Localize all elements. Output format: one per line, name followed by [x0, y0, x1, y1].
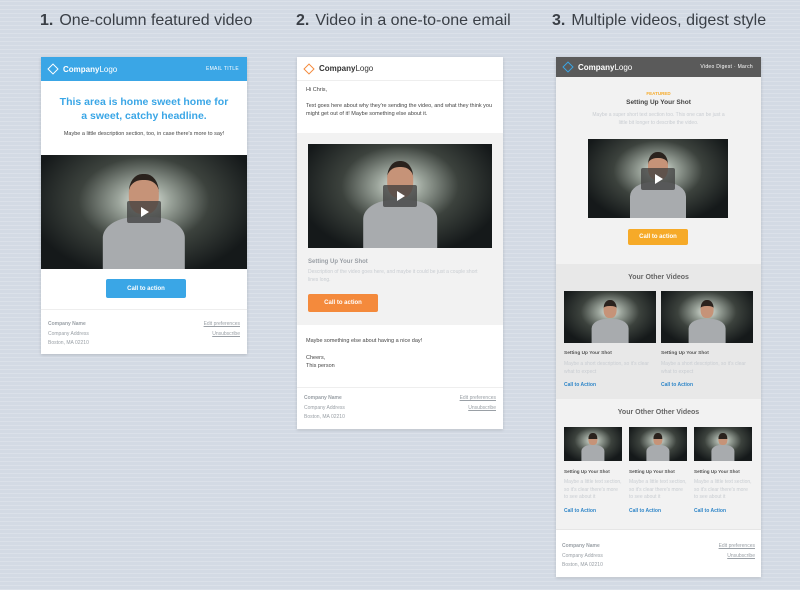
other-video-description: Maybe a short description, so it's clear… [661, 361, 746, 375]
video-title: Setting Up Your Shot [308, 259, 368, 265]
featured-label: FEATURED [646, 91, 671, 96]
column-title-1: 1. One-column featured video [40, 12, 253, 29]
cta-button[interactable]: Call to action [308, 294, 378, 312]
other-video-title: Setting Up Your Shot [564, 351, 612, 356]
column-title-3: 3. Multiple videos, digest style [552, 12, 767, 29]
footer-divider [41, 309, 247, 310]
other-other-video-thumbnail[interactable] [629, 427, 687, 461]
footer-links: Edit preferences Unsubscribe [460, 394, 496, 413]
digest-title: Video Digest · March [700, 64, 753, 70]
email-card-one-to-one: Company Logo Hi Chris, Text goes here abo… [297, 57, 503, 429]
footer-address: Company Name Company Address Boston, MA … [48, 321, 89, 346]
other-other-video-title: Setting Up Your Shot [564, 469, 610, 474]
play-icon[interactable] [383, 185, 417, 207]
email-header: Company Logo [297, 57, 503, 81]
footer-links: Edit preferences Unsubscribe [719, 542, 755, 561]
presenter-figure [646, 431, 670, 461]
greeting: Hi Chris, [306, 87, 328, 93]
other-other-video-title: Setting Up Your Shot [694, 469, 740, 474]
other-other-video-link[interactable]: Call to Action [694, 508, 726, 514]
unsubscribe-link[interactable]: Unsubscribe [460, 404, 496, 414]
logo-diamond-icon [562, 61, 574, 73]
cta-button[interactable]: Call to action [628, 229, 688, 245]
presenter-figure [711, 431, 735, 461]
description: Maybe a little description section, too,… [63, 131, 225, 137]
other-other-videos-title: Your Other Other Videos [617, 409, 700, 416]
edit-preferences-link[interactable]: Edit preferences [719, 542, 755, 552]
edit-preferences-link[interactable]: Edit preferences [460, 394, 496, 404]
other-video-link[interactable]: Call to Action [564, 382, 596, 388]
email-card-featured-video: Company Logo EMAIL TITLE This area is hom… [41, 57, 247, 354]
other-videos-title: Your Other Videos [628, 274, 689, 281]
other-other-video-description: Maybe a little text section, so it's cle… [694, 479, 752, 500]
other-video-link[interactable]: Call to Action [661, 382, 693, 388]
footer-divider [556, 529, 761, 530]
other-other-video-link[interactable]: Call to Action [629, 508, 661, 514]
other-other-video-link[interactable]: Call to Action [564, 508, 596, 514]
play-icon[interactable] [127, 201, 161, 223]
company-logo: Company Logo [562, 61, 632, 73]
other-video-thumbnail[interactable] [661, 291, 753, 343]
email-header: Company Logo EMAIL TITLE [41, 57, 247, 81]
company-logo: Company Logo [47, 63, 117, 75]
edit-preferences-link[interactable]: Edit preferences [204, 320, 240, 330]
email-header: Company Logo Video Digest · March [556, 57, 761, 77]
sign-off: Cheers, This person [306, 355, 335, 370]
unsubscribe-link[interactable]: Unsubscribe [204, 330, 240, 340]
other-video-title: Setting Up Your Shot [661, 351, 709, 356]
logo-diamond-icon [303, 62, 315, 75]
footer-links: Edit preferences Unsubscribe [204, 320, 240, 339]
logo-diamond-icon [47, 63, 59, 75]
email-card-digest: Company Logo Video Digest · March FEATURE… [556, 57, 761, 577]
intro-text: Text goes here about why they're sending… [306, 103, 493, 118]
presenter-figure [581, 431, 605, 461]
featured-title: Setting Up Your Shot [626, 99, 691, 106]
cta-button[interactable]: Call to action [106, 279, 186, 298]
company-logo: Company Logo [303, 62, 373, 75]
presenter-figure [591, 297, 629, 343]
closing-text: Maybe something else about having a nice… [306, 338, 423, 344]
other-other-video-title: Setting Up Your Shot [629, 469, 675, 474]
featured-video-thumbnail[interactable] [588, 139, 728, 218]
footer-address: Company Name Company Address Boston, MA … [304, 395, 345, 420]
other-other-video-description: Maybe a little text section, so it's cle… [629, 479, 687, 500]
video-thumbnail[interactable] [308, 144, 492, 248]
video-description: Description of the video goes here, and … [308, 269, 478, 283]
play-icon[interactable] [641, 167, 675, 190]
featured-description: Maybe a super short text section too. Th… [592, 112, 725, 126]
footer-address: Company Name Company Address Boston, MA … [562, 543, 603, 568]
other-other-video-thumbnail[interactable] [694, 427, 752, 461]
email-title: EMAIL TITLE [205, 66, 239, 72]
video-thumbnail[interactable] [41, 155, 247, 269]
other-video-thumbnail[interactable] [564, 291, 656, 343]
presenter-figure [688, 297, 726, 343]
headline: This area is home sweet home for a sweet… [59, 96, 229, 123]
unsubscribe-link[interactable]: Unsubscribe [719, 552, 755, 562]
other-other-video-description: Maybe a little text section, so it's cle… [564, 479, 622, 500]
other-video-description: Maybe a short description, so it's clear… [564, 361, 649, 375]
column-title-2: 2. Video in a one-to-one email [296, 12, 511, 29]
other-other-video-thumbnail[interactable] [564, 427, 622, 461]
footer-divider [297, 387, 503, 388]
